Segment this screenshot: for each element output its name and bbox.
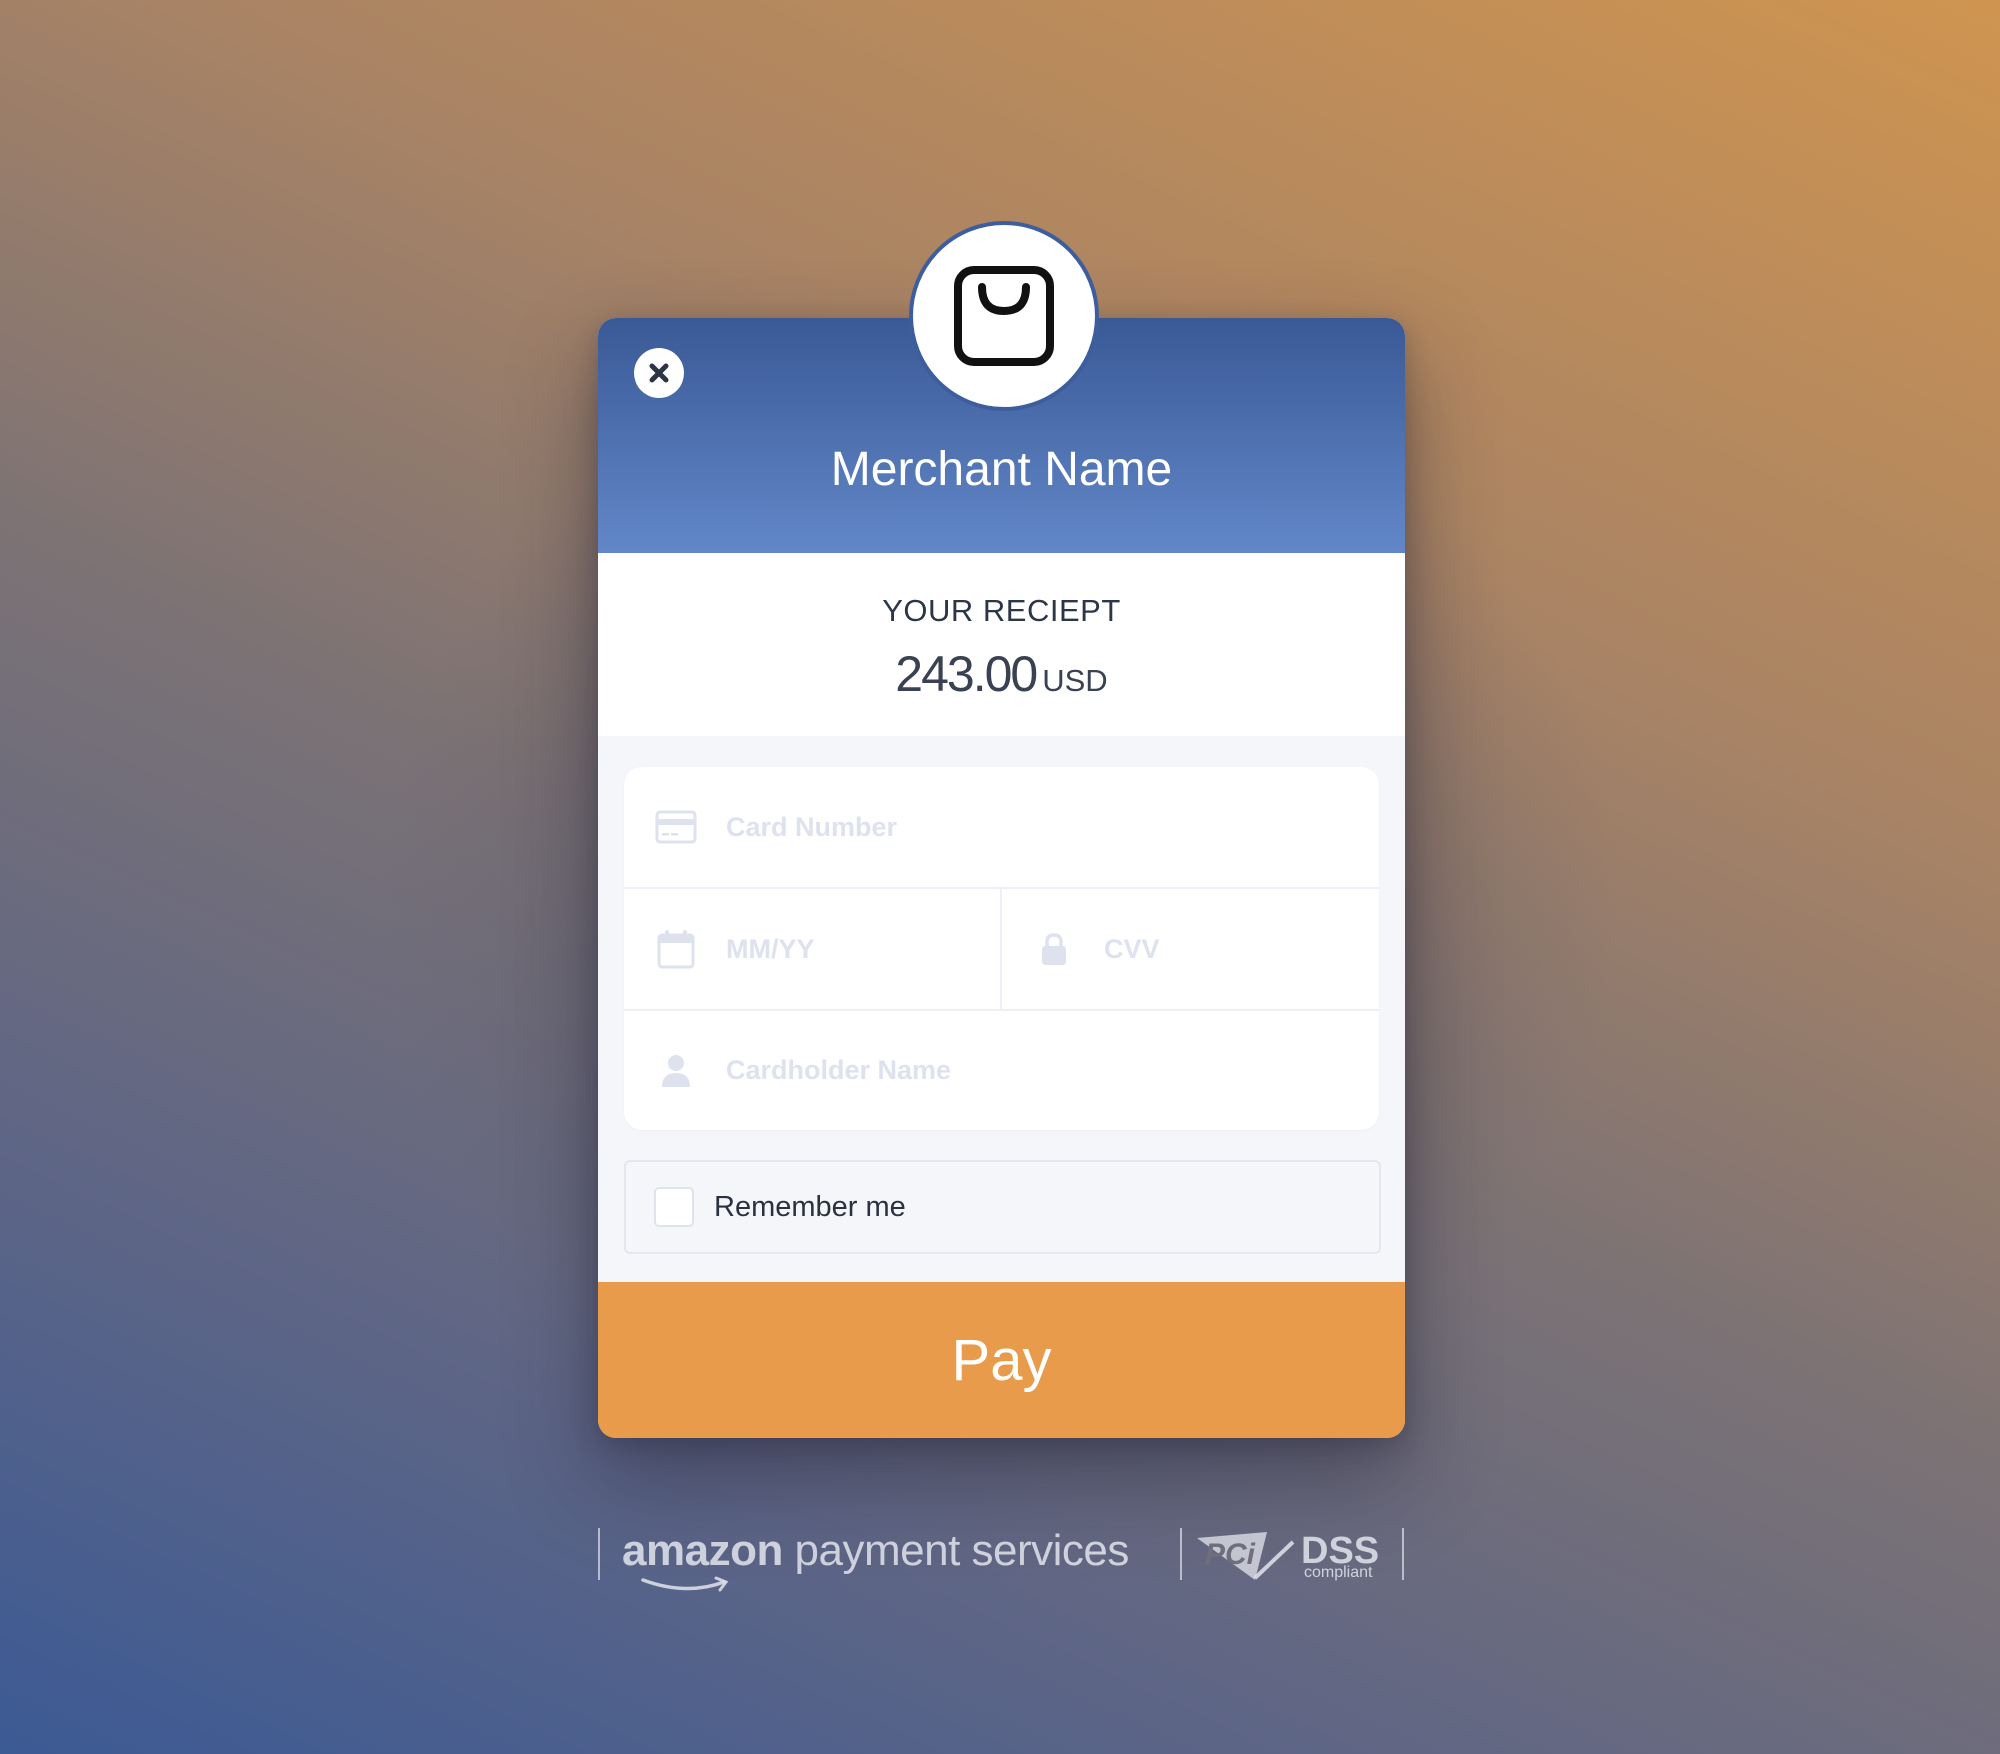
card-fields-group: Card Number MM/YY CVV Cardholder Name [624,767,1379,1130]
receipt-amount-row: 243.00 USD [598,645,1405,703]
shopping-bag-icon [954,266,1054,366]
user-icon [652,1053,700,1089]
remember-me-label: Remember me [714,1190,906,1223]
amazon-logo-word: amazon [622,1526,783,1575]
footer-separator [1402,1528,1404,1580]
card-number-field[interactable]: Card Number [624,767,1379,887]
amazon-smile-icon [641,1576,729,1592]
compliant-label: compliant [1304,1564,1373,1581]
expiry-placeholder: MM/YY [726,933,815,964]
merchant-name: Merchant Name [830,443,1173,496]
payment-card: Merchant Name YOUR RECIEPT 243.00 USD Car… [598,221,1405,1438]
lock-icon [1030,931,1078,967]
receipt-currency: USD [1042,663,1108,698]
calendar-icon [652,929,700,969]
receipt-title: YOUR RECIEPT [882,593,1121,628]
card-header: Merchant Name [598,221,1405,553]
cardholder-name-placeholder: Cardholder Name [726,1055,952,1085]
pay-button[interactable]: Pay [598,1282,1405,1438]
close-button[interactable] [634,348,684,398]
footer-separator [1180,1528,1182,1580]
cvv-placeholder: CVV [1104,933,1160,964]
footer-separator [598,1528,600,1580]
remember-me-row[interactable]: Remember me [624,1160,1381,1254]
merchant-logo [909,221,1099,411]
cvv-field[interactable]: CVV [1002,889,1379,1009]
footer-badges: amazon payment services PCi DSS complian… [598,1520,1405,1592]
pci-checkmark-icon: PCi [1197,1532,1295,1580]
amazon-payment-services-logo: amazon payment services [622,1526,1130,1592]
pci-logo: PCi [1193,1528,1298,1589]
payment-services-word: payment services [782,1526,1130,1575]
receipt-section: YOUR RECIEPT 243.00 USD [598,553,1405,736]
pci-text: PCi [1205,1538,1256,1571]
close-icon [649,363,669,383]
expiry-field[interactable]: MM/YY [624,889,1000,1009]
card-number-placeholder: Card Number [726,811,898,842]
cardholder-name-field[interactable]: Cardholder Name [624,1011,1379,1130]
remember-me-checkbox[interactable] [654,1187,694,1227]
receipt-amount: 243.00 [895,646,1038,702]
credit-card-icon [652,810,700,844]
